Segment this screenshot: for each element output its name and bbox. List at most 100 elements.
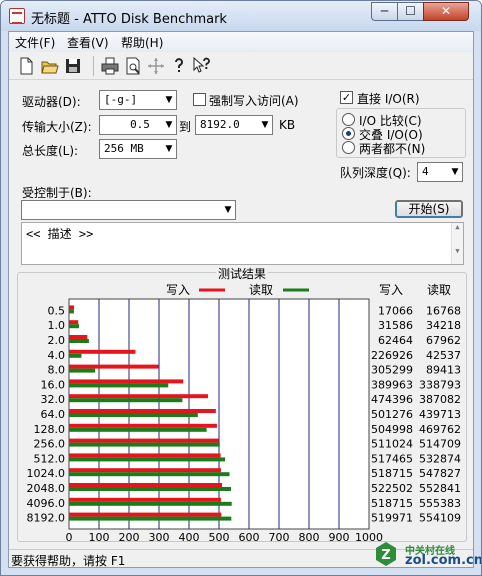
status-text: 要获得帮助，请按 F1 [11,554,126,568]
write-bar [69,305,74,310]
write-bar [69,423,217,428]
benchmark-chart: 写入 读取 写入 读取 0.5 17066 16768 1.0 31586 34218 2.0 624… [27,283,462,541]
read-bar [69,413,198,417]
transfer-size-label: 传输大小(Z): [22,120,92,134]
write-value: 504998 [371,423,413,436]
read-value: 387082 [419,393,461,406]
read-bar [69,442,220,447]
write-bar [69,379,184,384]
context-help-icon[interactable] [191,55,213,77]
write-bar [69,468,221,473]
read-value: 514709 [419,438,461,451]
description-scrollbar[interactable]: ▲ ▼ [451,223,463,264]
write-bar [69,512,222,517]
open-icon[interactable] [39,55,61,77]
save-icon[interactable] [62,55,84,77]
write-value: 511024 [371,438,413,451]
controlled-by-select[interactable]: ▼ [21,200,236,220]
write-value: 518715 [371,467,413,480]
chevron-down-icon: ▼ [165,95,173,105]
watermark-badge-icon: Z [376,542,396,566]
write-value: 474396 [371,393,413,406]
menu-file[interactable]: 文件(F) [15,34,55,51]
write-bar [69,364,159,369]
watermark: Z 中关村在线 zol.com.cn [375,541,482,571]
new-icon[interactable] [15,55,37,77]
write-bar [69,438,219,443]
watermark-line2: zol.com.cn [405,553,482,568]
write-bar [69,335,88,339]
read-bar [69,398,183,403]
results-group: 测试结果 写入 读取 写入 读取 0.5 17066 16768 1.0 31586 34218 2… [17,267,467,542]
category-label: 32.0 [41,393,66,406]
start-button[interactable]: 开始(S) [395,200,463,218]
read-bar [69,516,232,521]
write-bar [69,320,79,325]
minimize-button[interactable]: ─ [371,2,398,21]
watermark-badge-letter: Z [381,548,390,563]
write-bar [69,497,221,502]
chevron-down-icon: ▼ [261,120,269,130]
neither-label: 两者都不(N) [359,142,426,156]
app-icon [9,8,25,24]
write-value: 31586 [378,319,413,332]
queue-depth-value: 4 [422,165,429,178]
menu-help[interactable]: 帮助(H) [121,34,163,51]
read-bar [69,324,80,329]
overlapped-io-radio[interactable] [342,127,355,140]
read-bar [69,501,232,506]
force-write-label: 强制写入访问(A) [209,94,299,108]
neither-radio[interactable] [342,141,355,154]
total-length-select[interactable]: 256 MB ▼ [99,139,177,159]
category-label: 2048.0 [27,482,66,495]
x-tick-label: 600 [239,531,260,541]
io-compare-radio[interactable] [342,113,355,126]
app-window: 无标题 - ATTO Disk Benchmark ─ ☐ ✕ 文件(F) 查看… [0,0,482,576]
toolbar-separator [93,56,94,76]
toolbar [9,52,473,80]
x-tick-label: 300 [149,531,170,541]
drive-select[interactable]: [-g-] ▼ [99,90,177,110]
force-write-checkbox[interactable] [193,93,206,106]
transfer-from-select[interactable]: 0.5 ▼ [99,115,177,135]
menu-view[interactable]: 查看(V) [67,34,109,51]
menu-bar: 文件(F) 查看(V) 帮助(H) [9,32,473,52]
client-area: 文件(F) 查看(V) 帮助(H) 驱动器(D): [-g-] ▼ 强制写入访问… [8,31,474,568]
close-button[interactable]: ✕ [423,2,469,21]
read-value: 552841 [419,482,461,495]
write-value: 501276 [371,408,413,421]
x-tick-label: 100 [89,531,110,541]
read-bar [69,487,231,491]
category-label: 1.0 [48,319,66,332]
x-tick-label: 500 [209,531,230,541]
read-value: 554109 [419,512,461,525]
write-value: 226926 [371,349,413,362]
drive-value: [-g-] [104,93,138,106]
queue-depth-select[interactable]: 4 ▼ [417,162,463,182]
to-label: 到 [179,120,192,134]
x-tick-label: 700 [269,531,290,541]
write-value: 522502 [371,482,413,495]
chevron-down-icon: ▼ [224,205,232,215]
transfer-unit: KB [279,118,296,132]
category-label: 8.0 [48,364,66,377]
move-icon[interactable] [145,55,167,77]
category-label: 8192.0 [27,512,66,525]
write-bar [69,394,208,399]
total-length-value: 256 MB [104,142,144,155]
maximize-button[interactable]: ☐ [397,2,424,21]
x-tick-label: 900 [329,531,350,541]
transfer-from-value: 0.5 [130,118,150,131]
print-preview-icon[interactable] [122,55,144,77]
title-bar[interactable]: 无标题 - ATTO Disk Benchmark ─ ☐ ✕ [1,1,481,31]
x-tick-label: 0 [66,531,73,541]
description-field[interactable]: << 描述 >> ▲ ▼ [21,222,464,265]
read-value: 532874 [419,452,461,465]
print-icon[interactable] [99,55,121,77]
category-label: 4.0 [48,349,66,362]
transfer-to-select[interactable]: 8192.0 ▼ [195,115,273,135]
read-value: 547827 [419,467,461,480]
x-tick-label: 200 [119,531,140,541]
help-icon[interactable] [168,55,190,77]
direct-io-checkbox[interactable]: ✓ [340,91,353,104]
